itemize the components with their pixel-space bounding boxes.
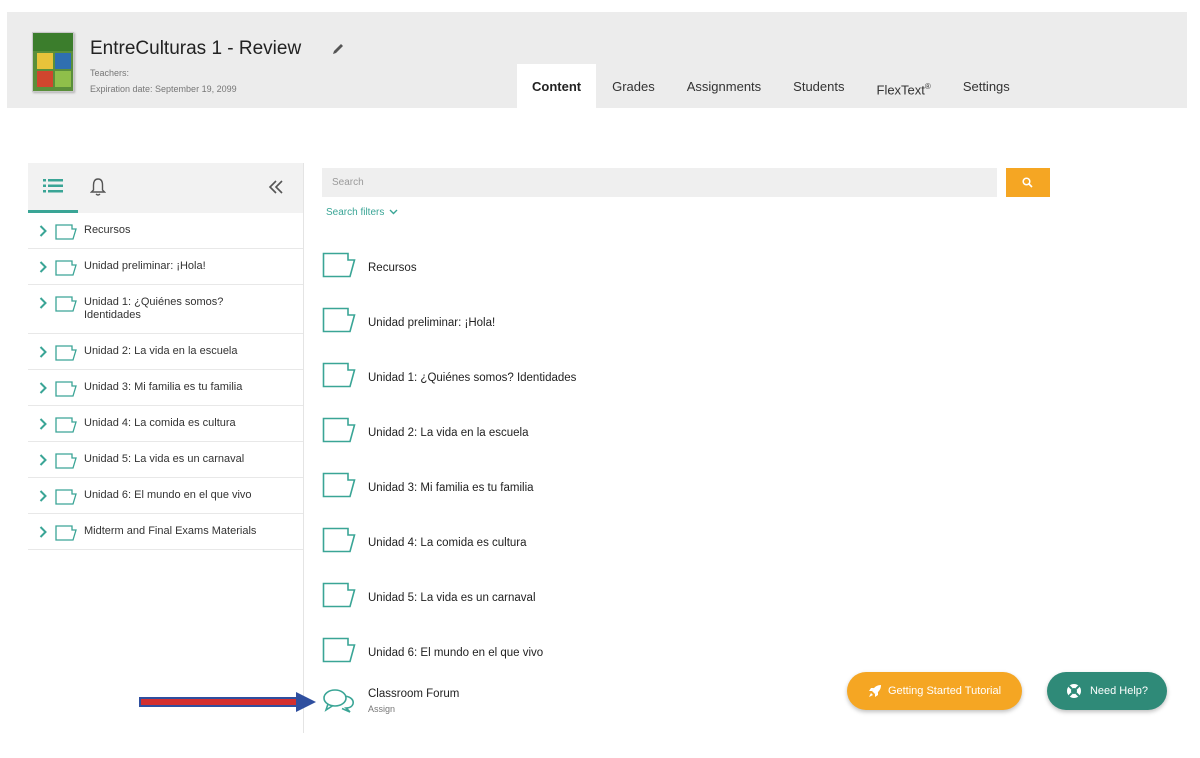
sidebar-item-unidad-preliminar[interactable]: Unidad preliminar: ¡Hola! (28, 249, 303, 285)
folder-icon (322, 307, 356, 333)
sidebar-item-unidad-6[interactable]: Unidad 6: El mundo en el que vivo (28, 478, 303, 514)
sidebar-toolbar (28, 163, 303, 213)
search-filters-toggle[interactable]: Search filters (326, 207, 398, 218)
chevron-right-icon[interactable] (39, 418, 47, 430)
content-item-unidad-2[interactable]: Unidad 2: La vida en la escuela (322, 417, 922, 457)
sidebar-item-unidad-5[interactable]: Unidad 5: La vida es un carnaval (28, 442, 303, 478)
sidebar-item-label: Unidad 2: La vida en la escuela (84, 345, 238, 357)
folder-icon (55, 296, 77, 312)
folder-icon (55, 525, 77, 541)
content-item-label: Unidad preliminar: ¡Hola! (368, 317, 496, 329)
content-item-label: Recursos (368, 262, 417, 274)
sidebar-item-label: Unidad 6: El mundo en el que vivo (84, 489, 252, 501)
folder-icon (55, 489, 77, 505)
folder-icon (322, 637, 356, 663)
sidebar-item-label: Unidad preliminar: ¡Hola! (84, 260, 206, 272)
content-item-recursos[interactable]: Recursos (322, 252, 922, 292)
tab-flextext[interactable]: FlexText® (861, 64, 947, 108)
course-teachers: Teachers: (90, 68, 130, 78)
lifebuoy-icon (1066, 684, 1081, 698)
folder-icon (55, 417, 77, 433)
content-item-label: Unidad 5: La vida es un carnaval (368, 592, 536, 604)
folder-icon (55, 453, 77, 469)
forum-label: Classroom Forum (368, 688, 460, 700)
tab-students[interactable]: Students (777, 64, 860, 108)
list-icon[interactable] (28, 163, 78, 213)
folder-icon (322, 417, 356, 443)
content-item-unidad-6[interactable]: Unidad 6: El mundo en el que vivo (322, 637, 922, 677)
chevron-right-icon[interactable] (39, 454, 47, 466)
content-item-label: Unidad 4: La comida es cultura (368, 537, 527, 549)
course-tabs: Content Grades Assignments Students Flex… (517, 64, 1026, 108)
chevron-right-icon[interactable] (39, 261, 47, 273)
tab-grades[interactable]: Grades (596, 64, 671, 108)
folder-icon (55, 345, 77, 361)
sidebar-item-unidad-2[interactable]: Unidad 2: La vida en la escuela (28, 334, 303, 370)
getting-started-tutorial-button[interactable]: Getting Started Tutorial (847, 672, 1022, 710)
folder-icon (55, 381, 77, 397)
double-chevron-left-icon[interactable] (266, 177, 286, 197)
sidebar-item-unidad-4[interactable]: Unidad 4: La comida es cultura (28, 406, 303, 442)
course-header: EntreCulturas 1 - Review Teachers: Expir… (7, 12, 1187, 108)
search-button[interactable] (1006, 168, 1050, 197)
chat-bubbles-icon (323, 689, 354, 713)
sidebar-item-exams[interactable]: Midterm and Final Exams Materials (28, 514, 303, 550)
sidebar-item-label: Unidad 4: La comida es cultura (84, 417, 236, 429)
tab-settings[interactable]: Settings (947, 64, 1026, 108)
magnifier-icon (1022, 177, 1033, 188)
content-item-classroom-forum[interactable]: Classroom Forum Assign (322, 684, 722, 724)
chevron-right-icon[interactable] (39, 382, 47, 394)
course-expiration: Expiration date: September 19, 2099 (90, 84, 237, 94)
content-item-label: Unidad 2: La vida en la escuela (368, 427, 529, 439)
chevron-down-icon (389, 209, 398, 215)
content-item-unidad-4[interactable]: Unidad 4: La comida es cultura (322, 527, 922, 567)
sidebar-item-label: Midterm and Final Exams Materials (84, 525, 257, 537)
folder-icon (322, 582, 356, 608)
bell-icon[interactable] (90, 177, 106, 197)
content-item-label: Unidad 1: ¿Quiénes somos? Identidades (368, 372, 577, 384)
tab-assignments[interactable]: Assignments (671, 64, 777, 108)
search-input[interactable] (322, 168, 997, 197)
content-item-unidad-5[interactable]: Unidad 5: La vida es un carnaval (322, 582, 922, 622)
chevron-right-icon[interactable] (39, 297, 47, 309)
content-sidebar: Recursos Unidad preliminar: ¡Hola! Unida… (28, 163, 304, 733)
sidebar-item-unidad-1[interactable]: Unidad 1: ¿Quiénes somos? Identidades (28, 285, 303, 334)
chevron-right-icon[interactable] (39, 526, 47, 538)
annotation-arrow (139, 692, 316, 712)
sidebar-item-label: Unidad 5: La vida es un carnaval (84, 453, 245, 465)
folder-icon (55, 260, 77, 276)
content-item-unidad-1[interactable]: Unidad 1: ¿Quiénes somos? Identidades (322, 362, 922, 402)
chevron-right-icon[interactable] (39, 346, 47, 358)
sidebar-list: Recursos Unidad preliminar: ¡Hola! Unida… (28, 213, 303, 550)
need-help-button[interactable]: Need Help? (1047, 672, 1167, 710)
content-item-unidad-3[interactable]: Unidad 3: Mi familia es tu familia (322, 472, 922, 512)
content-item-label: Unidad 3: Mi familia es tu familia (368, 482, 534, 494)
course-title: EntreCulturas 1 - Review (90, 38, 302, 59)
folder-icon (322, 362, 356, 388)
folder-icon (322, 472, 356, 498)
sidebar-item-label: Unidad 3: Mi familia es tu familia (84, 381, 243, 393)
sidebar-item-recursos[interactable]: Recursos (28, 213, 303, 249)
sidebar-item-unidad-3[interactable]: Unidad 3: Mi familia es tu familia (28, 370, 303, 406)
folder-icon (55, 224, 77, 240)
folder-icon (322, 527, 356, 553)
course-cover-image (32, 32, 74, 92)
content-item-label: Unidad 6: El mundo en el que vivo (368, 647, 544, 659)
sidebar-item-label: Unidad 1: ¿Quiénes somos? Identidades (84, 296, 224, 321)
content-item-unidad-preliminar[interactable]: Unidad preliminar: ¡Hola! (322, 307, 922, 347)
chevron-right-icon[interactable] (39, 225, 47, 237)
tab-content[interactable]: Content (517, 64, 597, 108)
folder-icon (322, 252, 356, 278)
forum-assign-link[interactable]: Assign (368, 704, 395, 714)
pencil-icon[interactable] (331, 42, 345, 56)
sidebar-item-label: Recursos (84, 224, 131, 236)
rocket-icon (868, 685, 881, 697)
chevron-right-icon[interactable] (39, 490, 47, 502)
